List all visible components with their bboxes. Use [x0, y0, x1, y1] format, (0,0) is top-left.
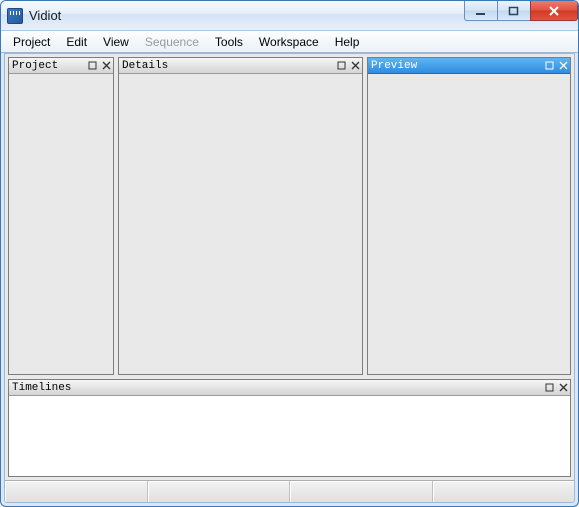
timelines-panel-title: Timelines [12, 382, 71, 394]
project-panel-controls [86, 58, 112, 73]
menu-edit[interactable]: Edit [58, 31, 95, 52]
menu-help[interactable]: Help [327, 31, 368, 52]
close-icon [559, 61, 568, 70]
details-panel-maximize-button[interactable] [335, 60, 347, 72]
app-window: Vidiot Project Edit View Sequence Tools … [0, 0, 579, 507]
timelines-row: Timelines [5, 377, 574, 480]
details-panel-close-button[interactable] [349, 60, 361, 72]
timelines-panel-maximize-button[interactable] [543, 382, 555, 394]
top-panel-row: Project Details [5, 54, 574, 377]
titlebar[interactable]: Vidiot [1, 1, 578, 31]
project-panel-body[interactable] [9, 74, 113, 374]
close-icon [351, 61, 360, 70]
preview-panel-header[interactable]: Preview [368, 58, 570, 74]
close-button[interactable] [530, 1, 578, 21]
details-panel-body[interactable] [119, 74, 362, 374]
details-panel-header[interactable]: Details [119, 58, 362, 74]
project-panel-maximize-button[interactable] [86, 60, 98, 72]
preview-panel-controls [543, 58, 569, 73]
timelines-panel: Timelines [8, 379, 571, 477]
timelines-panel-close-button[interactable] [557, 382, 569, 394]
menu-tools[interactable]: Tools [207, 31, 251, 52]
maximize-icon [88, 61, 97, 70]
details-panel-controls [335, 58, 361, 73]
maximize-icon [337, 61, 346, 70]
menu-project[interactable]: Project [5, 31, 58, 52]
minimize-icon [475, 6, 487, 16]
status-cell-3 [289, 481, 432, 502]
window-title: Vidiot [29, 8, 61, 23]
app-icon [7, 8, 23, 24]
close-icon [559, 383, 568, 392]
close-icon [102, 61, 111, 70]
timelines-panel-controls [543, 380, 569, 395]
preview-panel-close-button[interactable] [557, 60, 569, 72]
preview-panel: Preview [367, 57, 571, 375]
close-icon [548, 6, 560, 16]
maximize-icon [545, 383, 554, 392]
menu-workspace[interactable]: Workspace [251, 31, 327, 52]
statusbar [5, 480, 574, 502]
timelines-panel-header[interactable]: Timelines [9, 380, 570, 396]
maximize-icon [508, 6, 520, 16]
window-controls [465, 1, 578, 21]
menu-sequence: Sequence [137, 31, 207, 52]
details-panel-title: Details [122, 60, 168, 72]
menu-view[interactable]: View [95, 31, 137, 52]
preview-panel-title: Preview [371, 60, 417, 72]
preview-panel-body[interactable] [368, 74, 570, 374]
status-cell-4 [432, 481, 575, 502]
status-cell-1 [5, 481, 147, 502]
status-cell-2 [147, 481, 290, 502]
timelines-panel-body[interactable] [9, 396, 570, 476]
minimize-button[interactable] [464, 1, 498, 21]
maximize-icon [545, 61, 554, 70]
project-panel-header[interactable]: Project [9, 58, 113, 74]
maximize-button[interactable] [497, 1, 531, 21]
preview-panel-maximize-button[interactable] [543, 60, 555, 72]
menubar: Project Edit View Sequence Tools Workspa… [1, 31, 578, 53]
project-panel: Project [8, 57, 114, 375]
details-panel: Details [118, 57, 363, 375]
project-panel-title: Project [12, 60, 58, 72]
project-panel-close-button[interactable] [100, 60, 112, 72]
client-area: Project Details [4, 53, 575, 503]
